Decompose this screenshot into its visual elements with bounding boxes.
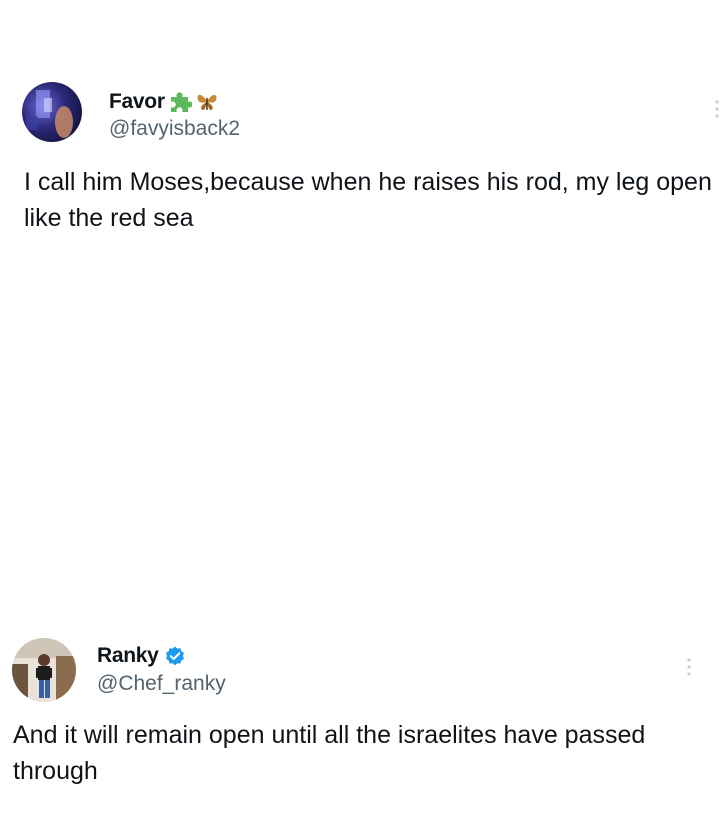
more-options-icon[interactable] xyxy=(686,656,692,678)
display-name[interactable]: Ranky xyxy=(97,644,159,668)
avatar-image xyxy=(12,638,76,702)
puzzle-piece-icon xyxy=(168,91,193,113)
handle[interactable]: @Chef_ranky xyxy=(97,672,226,696)
butterfly-icon xyxy=(195,91,219,113)
avatar[interactable] xyxy=(12,638,76,702)
more-options-icon[interactable] xyxy=(714,98,720,120)
avatar-image xyxy=(22,82,82,142)
author-row: Ranky xyxy=(97,644,186,668)
tweet-text: I call him Moses,because when he raises … xyxy=(24,168,719,232)
avatar[interactable] xyxy=(22,82,82,142)
verified-badge-icon xyxy=(164,645,186,667)
display-name[interactable]: Favor xyxy=(109,90,165,114)
handle[interactable]: @favyisback2 xyxy=(109,117,240,141)
author-row: Favor xyxy=(109,90,219,114)
tweet-text: And it will remain open until all the is… xyxy=(13,721,653,785)
